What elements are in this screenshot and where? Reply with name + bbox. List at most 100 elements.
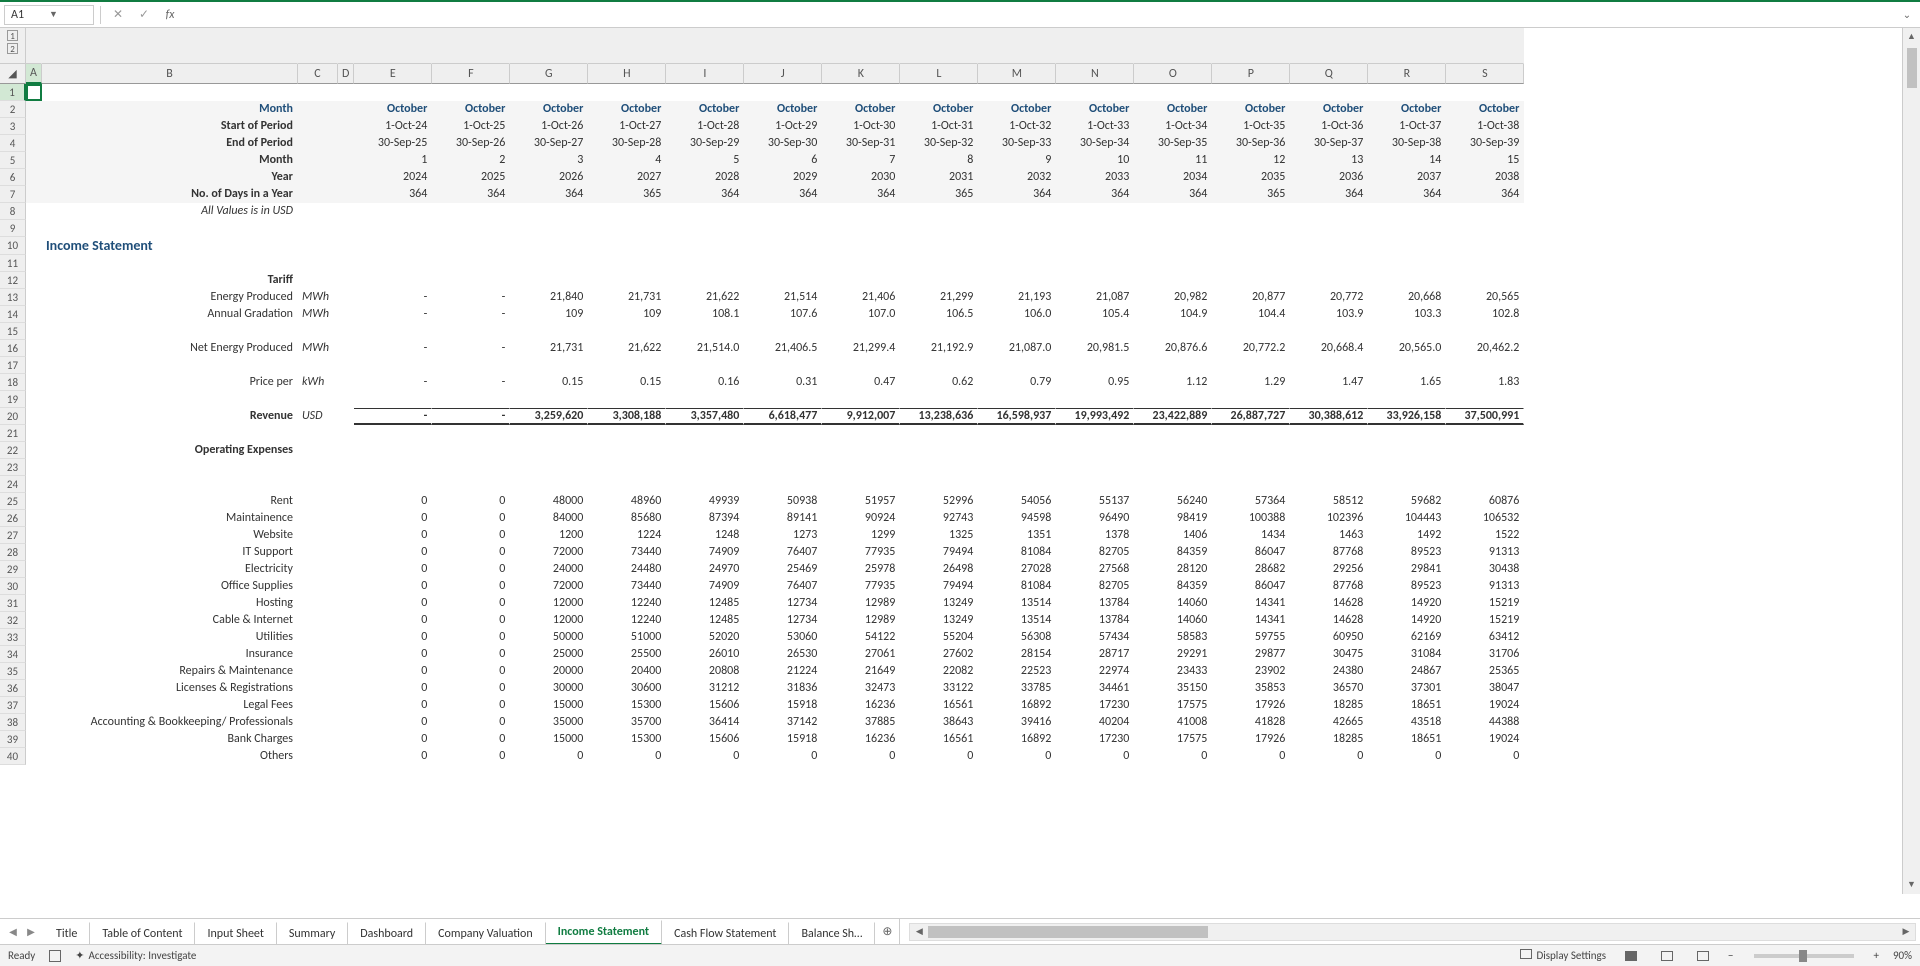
cell-value[interactable]: October [510,101,588,118]
cell-value[interactable]: 2033 [1056,169,1134,186]
cell-value[interactable]: 20,877 [1212,289,1290,306]
cell[interactable] [26,186,42,203]
cell-value[interactable] [588,84,666,101]
cell-value[interactable]: 107.6 [744,306,822,323]
row-header[interactable]: 29 [0,561,26,578]
row-header[interactable]: 5 [0,152,26,169]
cell-value[interactable]: October [588,101,666,118]
cell-value[interactable]: 12734 [744,595,822,612]
cell-value[interactable]: 37142 [744,714,822,731]
cell-value[interactable]: 7 [822,152,900,169]
cell-unit[interactable] [298,595,338,612]
cell-unit[interactable]: MWh [298,289,338,306]
cell-label[interactable]: Electricity [42,561,298,578]
cell-value[interactable] [744,84,822,101]
cell-value[interactable]: 0 [432,714,510,731]
cell-value[interactable]: 3,357,480 [666,408,744,425]
cell-value[interactable]: 0 [354,629,432,646]
cell-unit[interactable] [298,493,338,510]
cell-value[interactable]: 55137 [1056,493,1134,510]
cell-value[interactable]: 28717 [1056,646,1134,663]
cell-value[interactable]: 19024 [1446,697,1524,714]
cell-value[interactable]: 1-Oct-28 [666,118,744,135]
cell-value[interactable]: 1406 [1134,527,1212,544]
cell-value[interactable]: 0 [432,527,510,544]
cell-value[interactable]: 82705 [1056,544,1134,561]
cell-unit[interactable] [298,612,338,629]
cell-value[interactable]: 31212 [666,680,744,697]
cell-label[interactable]: Price per [42,374,298,391]
cell-value[interactable]: 25978 [822,561,900,578]
cell-unit[interactable] [298,680,338,697]
cell-value[interactable]: 77935 [822,544,900,561]
cell-value[interactable]: 0 [588,748,666,765]
cell-value[interactable]: October [1134,101,1212,118]
cell-value[interactable]: 2031 [900,169,978,186]
cell-value[interactable]: 9 [978,152,1056,169]
cell[interactable] [26,646,42,663]
cell-value[interactable]: 84359 [1134,578,1212,595]
cell-value[interactable]: 30-Sep-32 [900,135,978,152]
cell-label[interactable]: Tariff [42,272,298,289]
cell-value[interactable]: 54056 [978,493,1056,510]
cell-value[interactable]: 17230 [1056,697,1134,714]
cell-value[interactable]: 63412 [1446,629,1524,646]
cell-value[interactable]: 30475 [1290,646,1368,663]
cell-value[interactable]: 17230 [1056,731,1134,748]
cell-value[interactable]: 13514 [978,595,1056,612]
cell-value[interactable]: 0 [354,510,432,527]
cell-value[interactable]: 98419 [1134,510,1212,527]
cell-value[interactable]: 14920 [1368,595,1446,612]
cell-value[interactable]: 0 [354,697,432,714]
cell-value[interactable]: 91313 [1446,544,1524,561]
cell-value[interactable]: 43518 [1368,714,1446,731]
cell-value[interactable]: 21,514.0 [666,340,744,357]
cell-value[interactable]: 14341 [1212,595,1290,612]
cell-label[interactable]: Website [42,527,298,544]
cell-value[interactable]: 15219 [1446,595,1524,612]
cell-value[interactable]: 21,299.4 [822,340,900,357]
cell-value[interactable]: 2028 [666,169,744,186]
cell-value[interactable]: October [978,101,1056,118]
display-settings-button[interactable]: Display Settings [1520,949,1606,962]
cell[interactable] [26,561,42,578]
cell-value[interactable]: 364 [354,186,432,203]
cell-value[interactable]: 59755 [1212,629,1290,646]
cell-value[interactable]: 0 [432,612,510,629]
cell-value[interactable]: 21,731 [588,289,666,306]
row-header[interactable]: 40 [0,748,26,765]
cell-value[interactable]: 21,840 [510,289,588,306]
cell-value[interactable]: 0 [432,595,510,612]
cell[interactable] [26,544,42,561]
cell-value[interactable]: 30-Sep-34 [1056,135,1134,152]
cell-unit[interactable] [298,646,338,663]
cell-value[interactable]: October [900,101,978,118]
cell-value[interactable]: October [1368,101,1446,118]
cell-value[interactable]: 3 [510,152,588,169]
cell-value[interactable]: 86047 [1212,544,1290,561]
cell-value[interactable]: 21,622 [588,340,666,357]
cell-value[interactable]: 56240 [1134,493,1212,510]
row-header[interactable]: 4 [0,135,26,152]
cell-unit[interactable] [298,510,338,527]
row-header[interactable]: 16 [0,340,26,357]
cell-value[interactable]: 23902 [1212,663,1290,680]
cell-value[interactable]: 13249 [900,612,978,629]
col-header[interactable]: I [666,64,744,84]
cell-value[interactable]: 20,565 [1446,289,1524,306]
cell-value[interactable]: - [432,289,510,306]
section-heading[interactable]: Income Statement [42,237,298,255]
row-header[interactable]: 24 [0,476,26,493]
cell-value[interactable]: 365 [588,186,666,203]
cell[interactable] [26,135,42,152]
cell-value[interactable]: 23,422,889 [1134,408,1212,425]
cell-value[interactable]: 86047 [1212,578,1290,595]
cell-value[interactable]: 0 [354,544,432,561]
cell-value[interactable]: October [822,101,900,118]
col-header[interactable]: D [338,64,354,84]
cell-value[interactable]: 24480 [588,561,666,578]
cell-value[interactable] [1056,84,1134,101]
cell-value[interactable] [978,84,1056,101]
cell-value[interactable]: 87768 [1290,544,1368,561]
cell[interactable] [26,152,42,169]
